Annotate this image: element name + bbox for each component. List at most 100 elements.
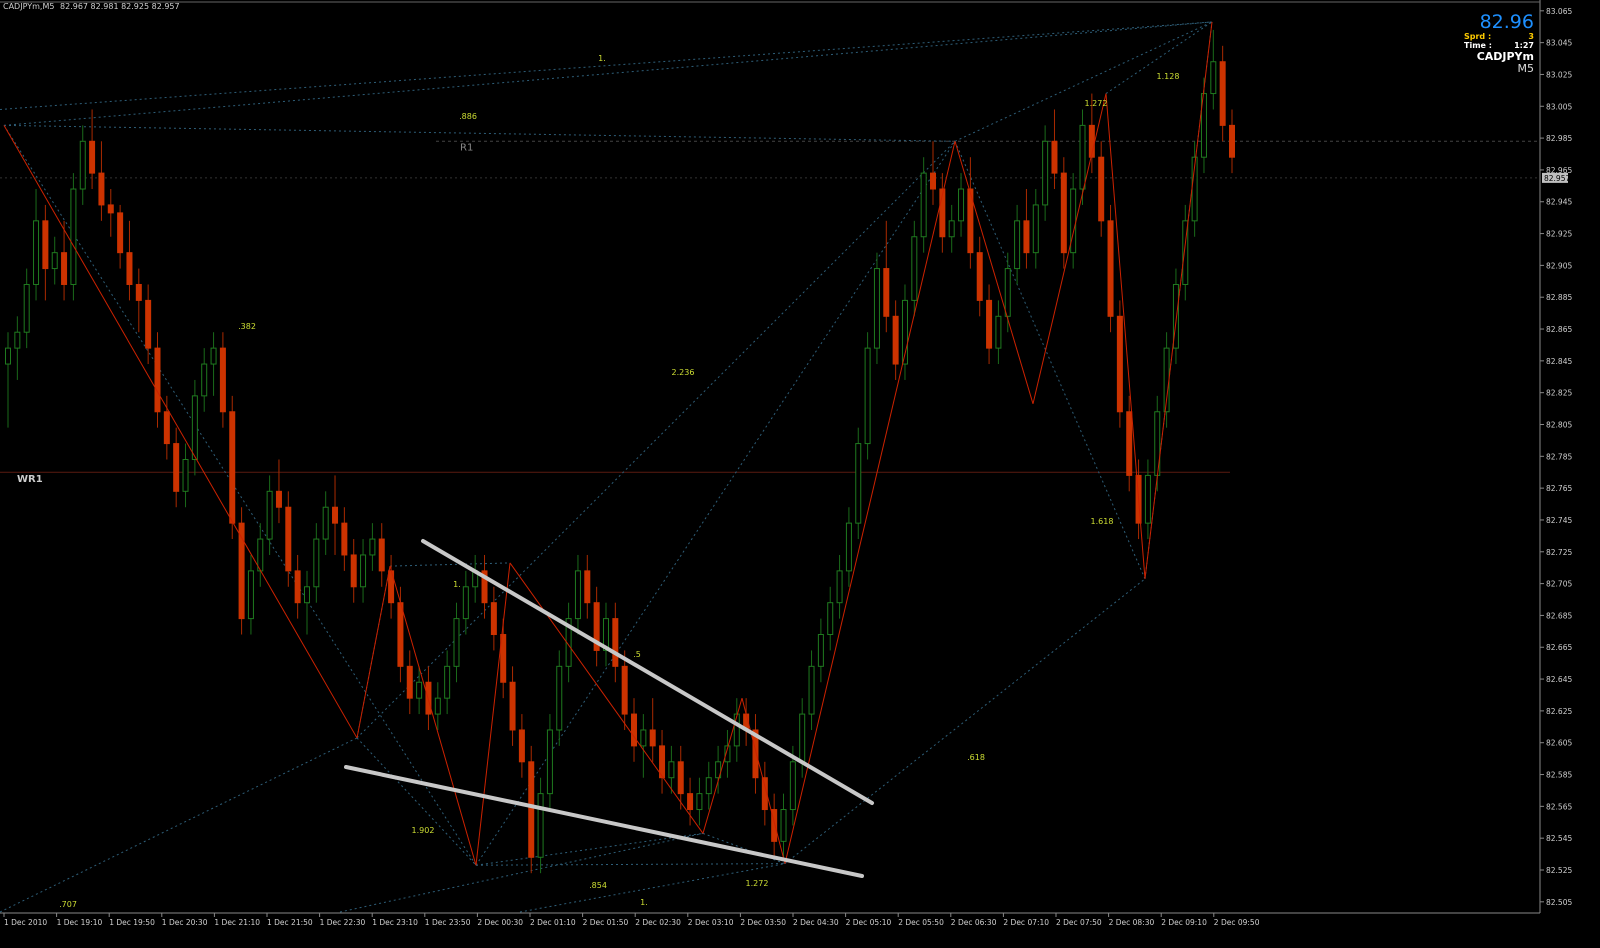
candle-body <box>640 729 647 747</box>
wr1-level-label: WR1 <box>17 474 43 485</box>
y-tick-label: 82.565 <box>1546 802 1572 811</box>
fib-ratio-label: 1.902 <box>412 826 435 835</box>
candle-body <box>1070 188 1077 254</box>
y-tick-label: 83.045 <box>1546 39 1572 48</box>
candle-body <box>1051 140 1058 174</box>
y-tick-label: 82.525 <box>1546 866 1572 875</box>
candle-body <box>518 729 525 763</box>
candle-body <box>948 220 955 238</box>
candle-body <box>416 681 423 699</box>
x-tick-label: 2 Dec 01:10 <box>530 918 576 927</box>
candle-body <box>453 618 460 667</box>
candle-body <box>1116 315 1123 413</box>
candle-body <box>574 570 581 620</box>
candle-body <box>631 713 638 747</box>
spread-value: 3 <box>1528 32 1534 41</box>
candle-body <box>995 315 1002 349</box>
candle-body <box>1219 61 1226 126</box>
candle-body <box>163 411 170 445</box>
candle-body <box>864 347 871 445</box>
candle-body <box>61 252 68 285</box>
symbol-header: CADJPYm,M5 <box>3 2 54 11</box>
candle-body <box>173 443 180 492</box>
candle-body <box>126 252 133 285</box>
candle-body <box>89 140 96 174</box>
candle-body <box>892 315 899 365</box>
candle-body <box>733 713 740 747</box>
candle-body <box>247 570 254 620</box>
candle-body <box>23 283 30 333</box>
candle-body <box>1144 474 1151 524</box>
fib-ratio-label: 1.272 <box>746 879 769 888</box>
candle-body <box>191 395 198 461</box>
candle-body <box>649 729 656 747</box>
candle-body <box>1107 220 1114 317</box>
candle-body <box>1014 220 1021 270</box>
y-tick-label: 82.705 <box>1546 580 1572 589</box>
candle-body <box>201 363 208 397</box>
fib-ratio-label: 1. <box>598 54 606 63</box>
chart-canvas[interactable]: R1 WR1 .886 1. .382 2.236 1.272 1.128 1.618 .618… <box>0 0 1600 944</box>
candle-body <box>845 522 852 572</box>
current-price-tag-label: 82.957 <box>1544 174 1570 183</box>
fib-ratio-label: 1. <box>453 580 461 589</box>
y-tick-label: 82.825 <box>1546 389 1572 398</box>
time-label: Time : <box>1464 41 1492 50</box>
x-tick-label: 2 Dec 06:30 <box>951 918 997 927</box>
fib-ratio-label: .382 <box>238 322 256 331</box>
y-tick-label: 82.685 <box>1546 611 1572 620</box>
x-tick-label: 2 Dec 01:50 <box>583 918 629 927</box>
y-tick-label: 82.925 <box>1546 230 1572 239</box>
x-tick-label: 2 Dec 07:10 <box>1003 918 1049 927</box>
candle-body <box>434 697 441 715</box>
y-tick-label: 82.605 <box>1546 739 1572 748</box>
candle-body <box>537 793 544 858</box>
y-tick-label: 82.645 <box>1546 675 1572 684</box>
y-tick-label: 82.845 <box>1546 357 1572 366</box>
candle-body <box>958 188 965 222</box>
fib-ratio-label: 1.618 <box>1091 517 1114 526</box>
candle-body <box>332 506 339 524</box>
candle-body <box>780 809 787 842</box>
y-tick-label: 82.665 <box>1546 643 1572 652</box>
fib-ratio-label: 1. <box>640 898 648 907</box>
spread-label: Sprd : <box>1464 32 1492 41</box>
candle-body <box>117 212 124 254</box>
x-tick-label: 1 Dec 22:30 <box>320 918 366 927</box>
y-tick-label: 82.745 <box>1546 516 1572 525</box>
y-tick-label: 82.945 <box>1546 198 1572 207</box>
candle-body <box>70 188 77 285</box>
candle-body <box>556 665 563 731</box>
candle-body <box>1032 204 1039 254</box>
candle-body <box>1079 124 1086 190</box>
candle-body <box>275 490 282 508</box>
candle-body <box>219 347 226 413</box>
y-tick-label: 82.625 <box>1546 707 1572 716</box>
fib-ratio-label: .707 <box>59 900 77 909</box>
candle-body <box>33 220 40 285</box>
x-tick-label: 1 Dec 19:10 <box>57 918 103 927</box>
candle-body <box>14 331 21 349</box>
candle-body <box>612 618 619 667</box>
x-tick-label: 2 Dec 04:30 <box>793 918 839 927</box>
r1-level-label: R1 <box>460 142 473 153</box>
fib-ratio-label: .618 <box>967 753 985 762</box>
price-chart[interactable]: R1 WR1 .886 1. .382 2.236 1.272 1.128 1.618 .618… <box>0 0 1600 944</box>
candle-body <box>677 761 684 795</box>
candle-body <box>313 538 320 588</box>
current-price: 82.96 <box>1479 11 1534 33</box>
fib-ratio-label: .854 <box>589 881 607 890</box>
y-tick-label: 82.805 <box>1546 420 1572 429</box>
x-tick-label: 1 Dec 19:50 <box>109 918 155 927</box>
candle-body <box>350 554 357 588</box>
candle-body <box>229 411 236 524</box>
candle-body <box>855 443 862 524</box>
candle-body <box>920 172 927 238</box>
candle-body <box>1126 411 1133 476</box>
candle-body <box>986 299 993 349</box>
timeframe-label: M5 <box>1517 62 1535 75</box>
y-tick-label: 82.985 <box>1546 134 1572 143</box>
candle-body <box>1060 172 1067 254</box>
candle-body <box>210 347 217 365</box>
x-tick-label: 1 Dec 23:50 <box>425 918 471 927</box>
